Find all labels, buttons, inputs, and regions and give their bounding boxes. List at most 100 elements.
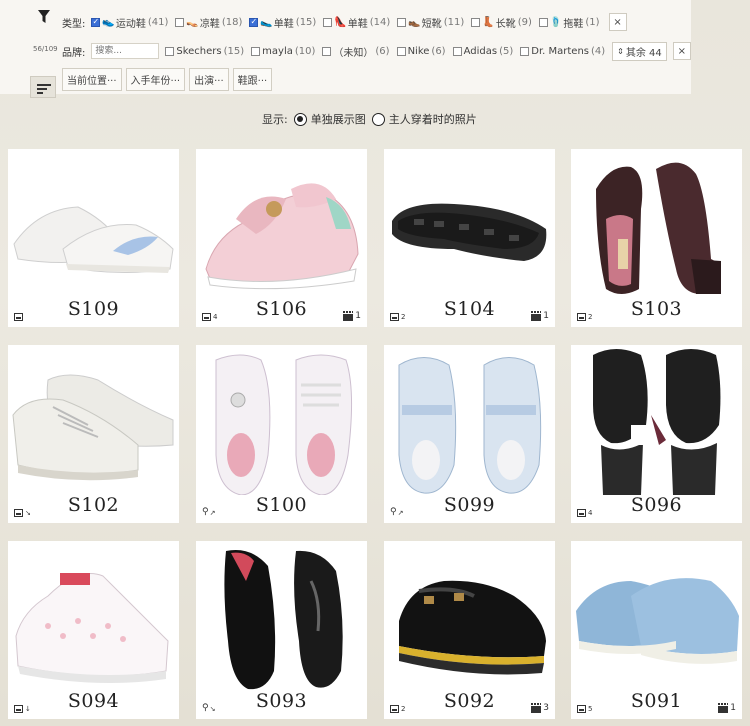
- checkbox[interactable]: [322, 46, 332, 56]
- shoe-card[interactable]: 4 S096: [571, 345, 742, 523]
- type-option-slippers[interactable]: 🩴 拖鞋 (1): [538, 15, 600, 30]
- boot-icon: 👢: [482, 16, 495, 28]
- year-filter-button[interactable]: 入手年份···: [125, 67, 186, 91]
- brand-option[interactable]: （未知） (6): [322, 44, 390, 59]
- shoe-card[interactable]: ↘ S102: [8, 345, 179, 523]
- option-label: Skechers: [176, 45, 222, 57]
- shoe-code: S099: [443, 494, 496, 516]
- option-standalone-label[interactable]: 单独展示图: [311, 111, 366, 127]
- shoe-card[interactable]: 2 S103: [571, 149, 742, 327]
- radio-standalone[interactable]: [293, 112, 307, 126]
- checkbox[interactable]: [175, 17, 185, 27]
- brand-option[interactable]: Dr. Martens (4): [520, 46, 605, 57]
- shoe-image: [12, 374, 174, 481]
- option-worn-label[interactable]: 主人穿着时的照片: [389, 111, 477, 127]
- brand-option[interactable]: Nike (6): [396, 45, 446, 57]
- shoe-card[interactable]: 5 1 S091: [571, 541, 742, 719]
- checkbox[interactable]: [397, 17, 407, 27]
- checkbox[interactable]: [471, 17, 481, 27]
- more-brands-button[interactable]: ⇕ 其余 44: [612, 41, 667, 61]
- type-label: 类型:: [62, 18, 86, 30]
- clear-type-button[interactable]: ×: [608, 13, 627, 31]
- display-mode-switch: 显示: 单独展示图 主人穿着时的照片: [262, 111, 477, 127]
- option-label: mayla: [262, 45, 293, 57]
- brand-label: 品牌:: [62, 47, 86, 59]
- checkbox[interactable]: [323, 17, 333, 27]
- shoe-code: S096: [630, 494, 683, 516]
- shoe-code: S102: [67, 494, 120, 516]
- shoe-code: S094: [67, 690, 120, 712]
- option-label: 短靴: [421, 18, 442, 30]
- checkbox[interactable]: [396, 46, 406, 56]
- option-count: (6): [431, 45, 446, 57]
- checkbox[interactable]: [452, 46, 462, 56]
- option-label: 运动鞋: [115, 18, 146, 30]
- option-count: (10): [294, 45, 316, 57]
- option-label: 凉鞋: [199, 18, 220, 30]
- appearance-filter-button[interactable]: 出演···: [189, 67, 229, 91]
- shoe-image: [576, 578, 739, 664]
- type-option-ankle-boots[interactable]: 👞 短靴 (11): [397, 15, 464, 30]
- result-count: 56/109: [33, 45, 58, 53]
- location-filter-button[interactable]: 当前位置···: [62, 67, 122, 91]
- checkbox[interactable]: [520, 46, 530, 56]
- type-option-long-boots[interactable]: 👢 长靴 (9): [471, 15, 532, 30]
- shoe-image: [593, 349, 721, 495]
- shoe-card[interactable]: ⚲ ↗ S100: [196, 345, 367, 523]
- checkbox[interactable]: [165, 46, 175, 56]
- option-count: (11): [443, 16, 465, 28]
- shoe-image: [596, 162, 721, 294]
- type-option-sneakers[interactable]: ✓ 👟 运动鞋 (41): [91, 15, 168, 30]
- option-count: (41): [147, 16, 169, 28]
- option-count: (4): [591, 45, 606, 57]
- shoe-card[interactable]: ⚲ ↗ S099: [384, 345, 555, 523]
- shoe-card[interactable]: 2 1 S104: [384, 149, 555, 327]
- shoe-image: [398, 357, 542, 494]
- shoe-card[interactable]: 4 1 S106: [196, 149, 367, 327]
- shoe-code: S109: [67, 298, 120, 320]
- option-label: （未知）: [333, 47, 374, 59]
- clear-brand-button[interactable]: ×: [672, 42, 691, 60]
- slipper-icon: 🩴: [549, 16, 563, 28]
- type-option-heels[interactable]: 👠 单鞋 (14): [323, 15, 390, 30]
- checkbox[interactable]: [251, 46, 261, 56]
- shoe-card[interactable]: 2 3 S092: [384, 541, 555, 719]
- filter-icon[interactable]: [37, 9, 51, 25]
- option-label: 单鞋: [273, 18, 294, 30]
- checkbox[interactable]: ✓: [91, 17, 101, 27]
- heel-icon: 👠: [334, 16, 347, 28]
- shoe-card[interactable]: S109: [8, 149, 179, 327]
- shoe-card[interactable]: ⚲ ↘ S093: [196, 541, 367, 719]
- option-count: (6): [375, 45, 390, 57]
- brand-option[interactable]: Skechers (15): [165, 46, 244, 57]
- shoe-code: S103: [630, 298, 683, 320]
- checkbox[interactable]: ✓: [249, 17, 259, 27]
- heel-filter-button[interactable]: 鞋跟···: [232, 67, 273, 91]
- extra-filter-row: 当前位置··· 入手年份··· 出演··· 鞋跟···: [62, 67, 276, 91]
- option-label: Adidas: [463, 45, 498, 57]
- checkbox[interactable]: [538, 17, 548, 27]
- type-option-flats[interactable]: ✓ 🥿 单鞋 (15): [249, 15, 316, 30]
- sneaker-icon: 👟: [102, 16, 115, 28]
- shoe-image: [15, 573, 169, 683]
- shoe-card[interactable]: ↓ S094: [8, 541, 179, 719]
- flat-shoe-icon: 🥿: [260, 16, 273, 28]
- shoe-code: S106: [255, 298, 308, 320]
- brand-search-input[interactable]: [91, 43, 160, 59]
- option-label: 单鞋: [347, 18, 368, 30]
- sort-icon[interactable]: [30, 76, 56, 98]
- shoe-code: S092: [443, 690, 496, 712]
- shoe-image: [399, 580, 546, 675]
- type-option-sandals[interactable]: 👡 凉鞋 (18): [175, 15, 242, 30]
- radio-worn-photos[interactable]: [371, 112, 385, 126]
- option-count: (5): [499, 45, 514, 57]
- shoe-image: [215, 354, 353, 495]
- option-label: Dr. Martens: [531, 45, 589, 57]
- option-count: (15): [295, 16, 317, 28]
- option-count: (14): [369, 16, 391, 28]
- brand-option[interactable]: mayla (10): [251, 46, 315, 57]
- brand-option[interactable]: Adidas (5): [452, 45, 514, 57]
- option-count: (15): [223, 45, 245, 57]
- shoe-image: [392, 203, 547, 261]
- option-count: (1): [585, 16, 600, 28]
